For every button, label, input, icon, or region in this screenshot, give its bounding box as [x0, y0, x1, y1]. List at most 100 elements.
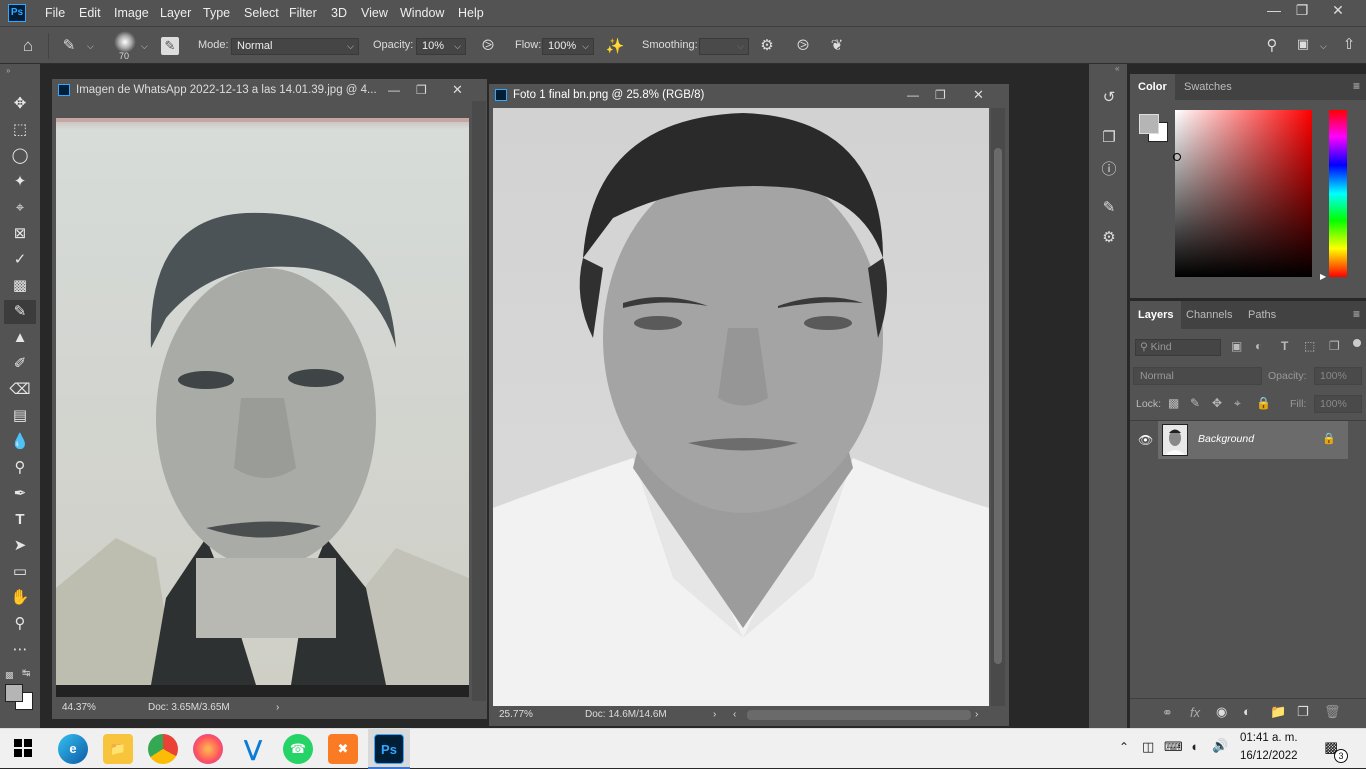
doc1-scrollbar[interactable] — [472, 101, 486, 701]
chevron-down-icon[interactable]: ⌵ — [87, 41, 94, 52]
collapse-icon[interactable]: » — [6, 66, 10, 75]
frame-tool-icon[interactable]: ⊠ — [4, 222, 36, 246]
filter-type-icon[interactable]: T — [1281, 339, 1288, 353]
tab-layers[interactable]: Layers — [1130, 301, 1182, 329]
libraries-panel-icon[interactable]: ❐ — [1097, 128, 1121, 146]
doc1-titlebar[interactable]: Imagen de WhatsApp 2022-12-13 a las 14.0… — [52, 79, 487, 101]
chevron-down-icon[interactable]: ⌵ — [1320, 41, 1327, 52]
marquee-tool-icon[interactable]: ⬚ — [4, 118, 36, 142]
minimize-icon[interactable]: — — [907, 84, 919, 106]
lock-pixels-icon[interactable]: ✎ — [1190, 396, 1200, 410]
opacity-input[interactable]: 10% ⌵ — [416, 38, 466, 55]
panel-menu-icon[interactable]: ≡ — [1353, 79, 1360, 93]
chevron-right-icon[interactable]: › — [975, 706, 978, 724]
share-icon[interactable]: ⇧ — [1338, 35, 1360, 53]
gradient-tool-icon[interactable]: ▤ — [4, 404, 36, 428]
magic-wand-tool-icon[interactable]: ✦ — [4, 170, 36, 194]
device-icon[interactable]: ◫ — [1142, 739, 1154, 755]
workspace-icon[interactable]: ▣ — [1292, 36, 1314, 52]
volume-icon[interactable]: 🔊 — [1212, 738, 1228, 754]
layer-opacity-input[interactable]: 100% — [1314, 367, 1362, 385]
hand-tool-icon[interactable]: ✋ — [4, 586, 36, 610]
airbrush-icon[interactable]: ✨ — [604, 37, 626, 55]
layer-filter-kind[interactable]: ⚲ Kind — [1135, 339, 1221, 356]
type-tool-icon[interactable]: T — [4, 508, 36, 532]
chevron-right-icon[interactable]: › — [276, 699, 279, 717]
tab-paths[interactable]: Paths — [1240, 301, 1284, 329]
whatsapp-icon[interactable]: ☎ — [283, 734, 313, 764]
collapse-icon[interactable]: « — [1115, 64, 1119, 73]
photoshop-taskbar-active[interactable]: Ps — [368, 729, 410, 769]
new-group-icon[interactable]: 📁 — [1270, 704, 1286, 720]
xampp-icon[interactable]: ✖ — [328, 734, 358, 764]
stamp-tool-icon[interactable]: ▲ — [4, 326, 36, 350]
restore-icon[interactable]: ❐ — [935, 84, 946, 106]
lock-all-icon[interactable]: 🔒 — [1256, 396, 1271, 410]
history-panel-icon[interactable]: ↺ — [1097, 88, 1121, 106]
menu-help[interactable]: Help — [451, 0, 491, 26]
chevron-right-icon[interactable]: › — [713, 706, 716, 724]
rectangle-tool-icon[interactable]: ▭ — [4, 560, 36, 584]
doc1-canvas-photo[interactable] — [56, 118, 469, 685]
filter-pixel-icon[interactable]: ▣ — [1231, 339, 1242, 353]
restore-icon[interactable]: ❐ — [416, 79, 427, 101]
dodge-tool-icon[interactable]: ⚲ — [4, 456, 36, 480]
close-icon[interactable]: ✕ — [1320, 0, 1356, 22]
blur-tool-icon[interactable]: 💧 — [4, 430, 36, 454]
info-icon[interactable]: ⓘ — [1097, 158, 1121, 179]
home-icon[interactable]: ⌂ — [14, 36, 42, 56]
menu-type[interactable]: Type — [196, 0, 237, 26]
blend-mode-select[interactable]: Normal — [1133, 367, 1262, 385]
brushes-panel-icon[interactable]: ✎ — [1097, 198, 1121, 216]
layer-row-background[interactable]: Background 🔒 — [1158, 421, 1348, 459]
default-colors-icon[interactable]: ▩ — [5, 670, 14, 681]
gear-icon[interactable]: ⚙ — [757, 36, 777, 54]
panel-menu-icon[interactable]: ≡ — [1353, 307, 1360, 321]
clock-time[interactable]: 01:41 a. m. — [1240, 732, 1298, 744]
document-window-2[interactable]: Foto 1 final bn.png @ 25.8% (RGB/8) — ❐ … — [489, 84, 1009, 726]
menu-file[interactable]: File — [38, 0, 72, 26]
move-tool-icon[interactable]: ✥ — [4, 92, 36, 116]
doc2-canvas-photo[interactable] — [493, 108, 989, 706]
tab-channels[interactable]: Channels — [1178, 301, 1240, 329]
new-layer-icon[interactable]: ❐ — [1297, 704, 1309, 720]
eraser-tool-icon[interactable]: ⌫ — [4, 378, 36, 402]
menu-view[interactable]: View — [354, 0, 395, 26]
pen-tool-icon[interactable]: ✒ — [4, 482, 36, 506]
wifi-icon[interactable]: ◖ — [1190, 739, 1198, 754]
edge-icon[interactable]: e — [58, 734, 88, 764]
menu-layer[interactable]: Layer — [153, 0, 198, 26]
zoom-tool-icon[interactable]: ⚲ — [4, 612, 36, 636]
menu-filter[interactable]: Filter — [282, 0, 324, 26]
horizontal-scrollbar[interactable] — [747, 710, 971, 720]
adjustment-layer-icon[interactable]: ◐ — [1243, 704, 1251, 719]
flow-input[interactable]: 100% ⌵ — [542, 38, 594, 55]
scroll-thumb[interactable] — [994, 148, 1002, 664]
fx-icon[interactable]: fx — [1190, 705, 1200, 720]
more-tools-icon[interactable]: ⋯ — [4, 638, 36, 662]
chevron-down-icon[interactable]: ⌵ — [141, 41, 148, 52]
brush-preset-icon[interactable]: ✎ — [58, 36, 80, 54]
swap-colors-icon[interactable]: ↹ — [22, 668, 30, 679]
language-icon[interactable]: ⌨ — [1164, 739, 1183, 755]
search-icon[interactable]: ⚲ — [1262, 36, 1282, 54]
close-icon[interactable]: ✕ — [452, 79, 463, 101]
tab-color[interactable]: Color — [1130, 74, 1175, 100]
firefox-icon[interactable] — [193, 734, 223, 764]
menu-select[interactable]: Select — [237, 0, 286, 26]
document-window-1[interactable]: Imagen de WhatsApp 2022-12-13 a las 14.0… — [52, 79, 487, 719]
foreground-color-swatch[interactable] — [1139, 114, 1159, 134]
hue-slider[interactable] — [1329, 110, 1347, 277]
tab-swatches[interactable]: Swatches — [1176, 74, 1240, 100]
hue-slider-handle[interactable]: ▶ — [1320, 272, 1326, 281]
brush-settings-icon[interactable]: ✎ — [161, 37, 179, 55]
pressure-size-icon[interactable]: ⧁ — [793, 37, 813, 54]
doc2-titlebar[interactable]: Foto 1 final bn.png @ 25.8% (RGB/8) — ❐ … — [489, 84, 1009, 106]
healing-tool-icon[interactable]: ▩ — [4, 274, 36, 298]
minimize-icon[interactable]: — — [388, 79, 400, 101]
layer-name[interactable]: Background — [1198, 433, 1254, 445]
menu-3d[interactable]: 3D — [324, 0, 354, 26]
pressure-opacity-icon[interactable]: ⧁ — [478, 37, 498, 54]
symmetry-icon[interactable]: ❦ — [826, 36, 848, 54]
path-select-tool-icon[interactable]: ➤ — [4, 534, 36, 558]
